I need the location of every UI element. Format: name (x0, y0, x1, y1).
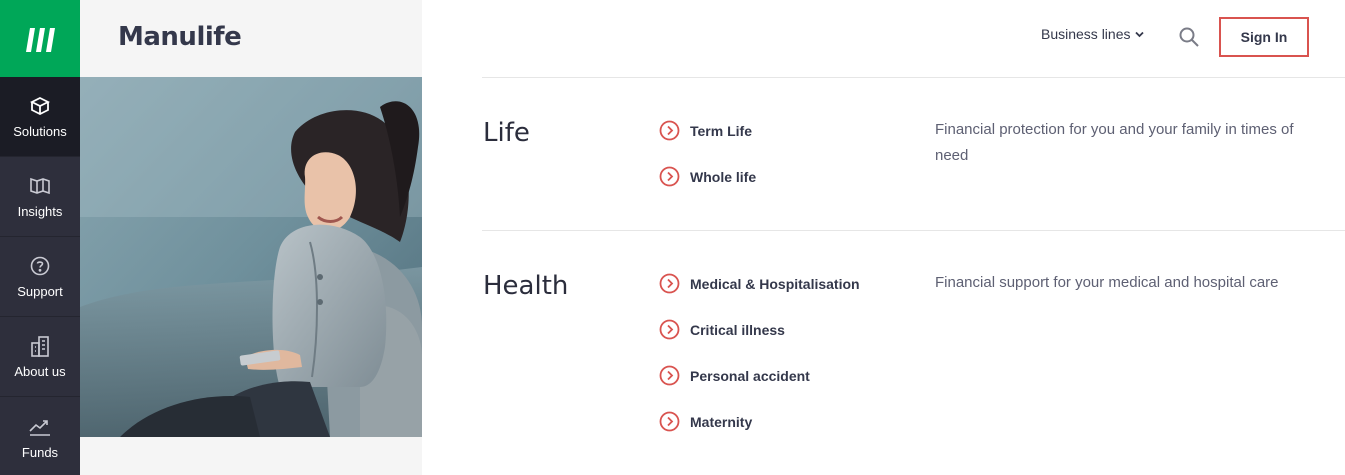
nav-item-funds[interactable]: Funds (0, 397, 80, 475)
link-personal-accident[interactable]: Personal accident (659, 365, 810, 386)
nav-item-label: Insights (17, 204, 63, 219)
section-description-life: Financial protection for you and your fa… (935, 121, 1294, 164)
link-medical-hospitalisation[interactable]: Medical & Hospitalisation (659, 273, 860, 294)
business-lines-dropdown[interactable]: Business lines (1041, 26, 1144, 42)
section-title-life: Life (483, 118, 530, 148)
nav-item-label: Funds (21, 444, 59, 460)
nav-item-label: Support (17, 284, 63, 299)
search-icon[interactable] (1178, 26, 1202, 50)
hero-image (80, 77, 422, 437)
link-label: Term Life (690, 122, 752, 139)
link-label: Medical & Hospitalisation (690, 275, 860, 292)
section-description-health: Financial support for your medical and h… (935, 274, 1279, 291)
box-icon (28, 94, 52, 118)
side-nav: Solutions Insights Support About us Fund… (0, 0, 80, 475)
link-label: Whole life (690, 168, 757, 185)
business-lines-label: Business lines (1041, 26, 1131, 42)
chevron-down-icon (1134, 31, 1144, 38)
nav-item-solutions[interactable]: Solutions (0, 77, 80, 157)
link-critical-illness[interactable]: Critical illness (659, 319, 785, 340)
link-term-life[interactable]: Term Life (659, 120, 752, 141)
brand-wordmark[interactable]: Manulife (118, 22, 242, 52)
chevron-right-circle-icon (659, 365, 680, 386)
link-label: Critical illness (690, 321, 785, 338)
link-label: Maternity (690, 413, 753, 430)
chevron-right-circle-icon (659, 319, 680, 340)
chevron-right-circle-icon (659, 273, 680, 294)
chevron-right-circle-icon (659, 411, 680, 432)
manulife-m-icon (26, 27, 55, 52)
section-title-health: Health (483, 271, 569, 301)
link-maternity[interactable]: Maternity (659, 411, 752, 432)
book-icon (28, 174, 52, 198)
manulife-logo[interactable] (0, 0, 80, 77)
chevron-right-circle-icon (659, 166, 680, 187)
chevron-right-circle-icon (659, 120, 680, 141)
link-label: Personal accident (690, 367, 810, 384)
sign-in-button[interactable]: Sign In (1219, 17, 1309, 57)
nav-item-insights[interactable]: Insights (0, 157, 80, 237)
section-divider (482, 230, 1345, 231)
nav-item-about-us[interactable]: About us (0, 317, 80, 397)
header-divider (482, 77, 1345, 78)
nav-item-support[interactable]: Support (0, 237, 80, 317)
nav-item-label: Solutions (13, 124, 67, 139)
question-circle-icon (28, 254, 52, 278)
building-icon (28, 334, 52, 358)
nav-item-label: About us (14, 364, 66, 379)
link-whole-life[interactable]: Whole life (659, 166, 756, 187)
trend-chart-icon (28, 415, 52, 439)
